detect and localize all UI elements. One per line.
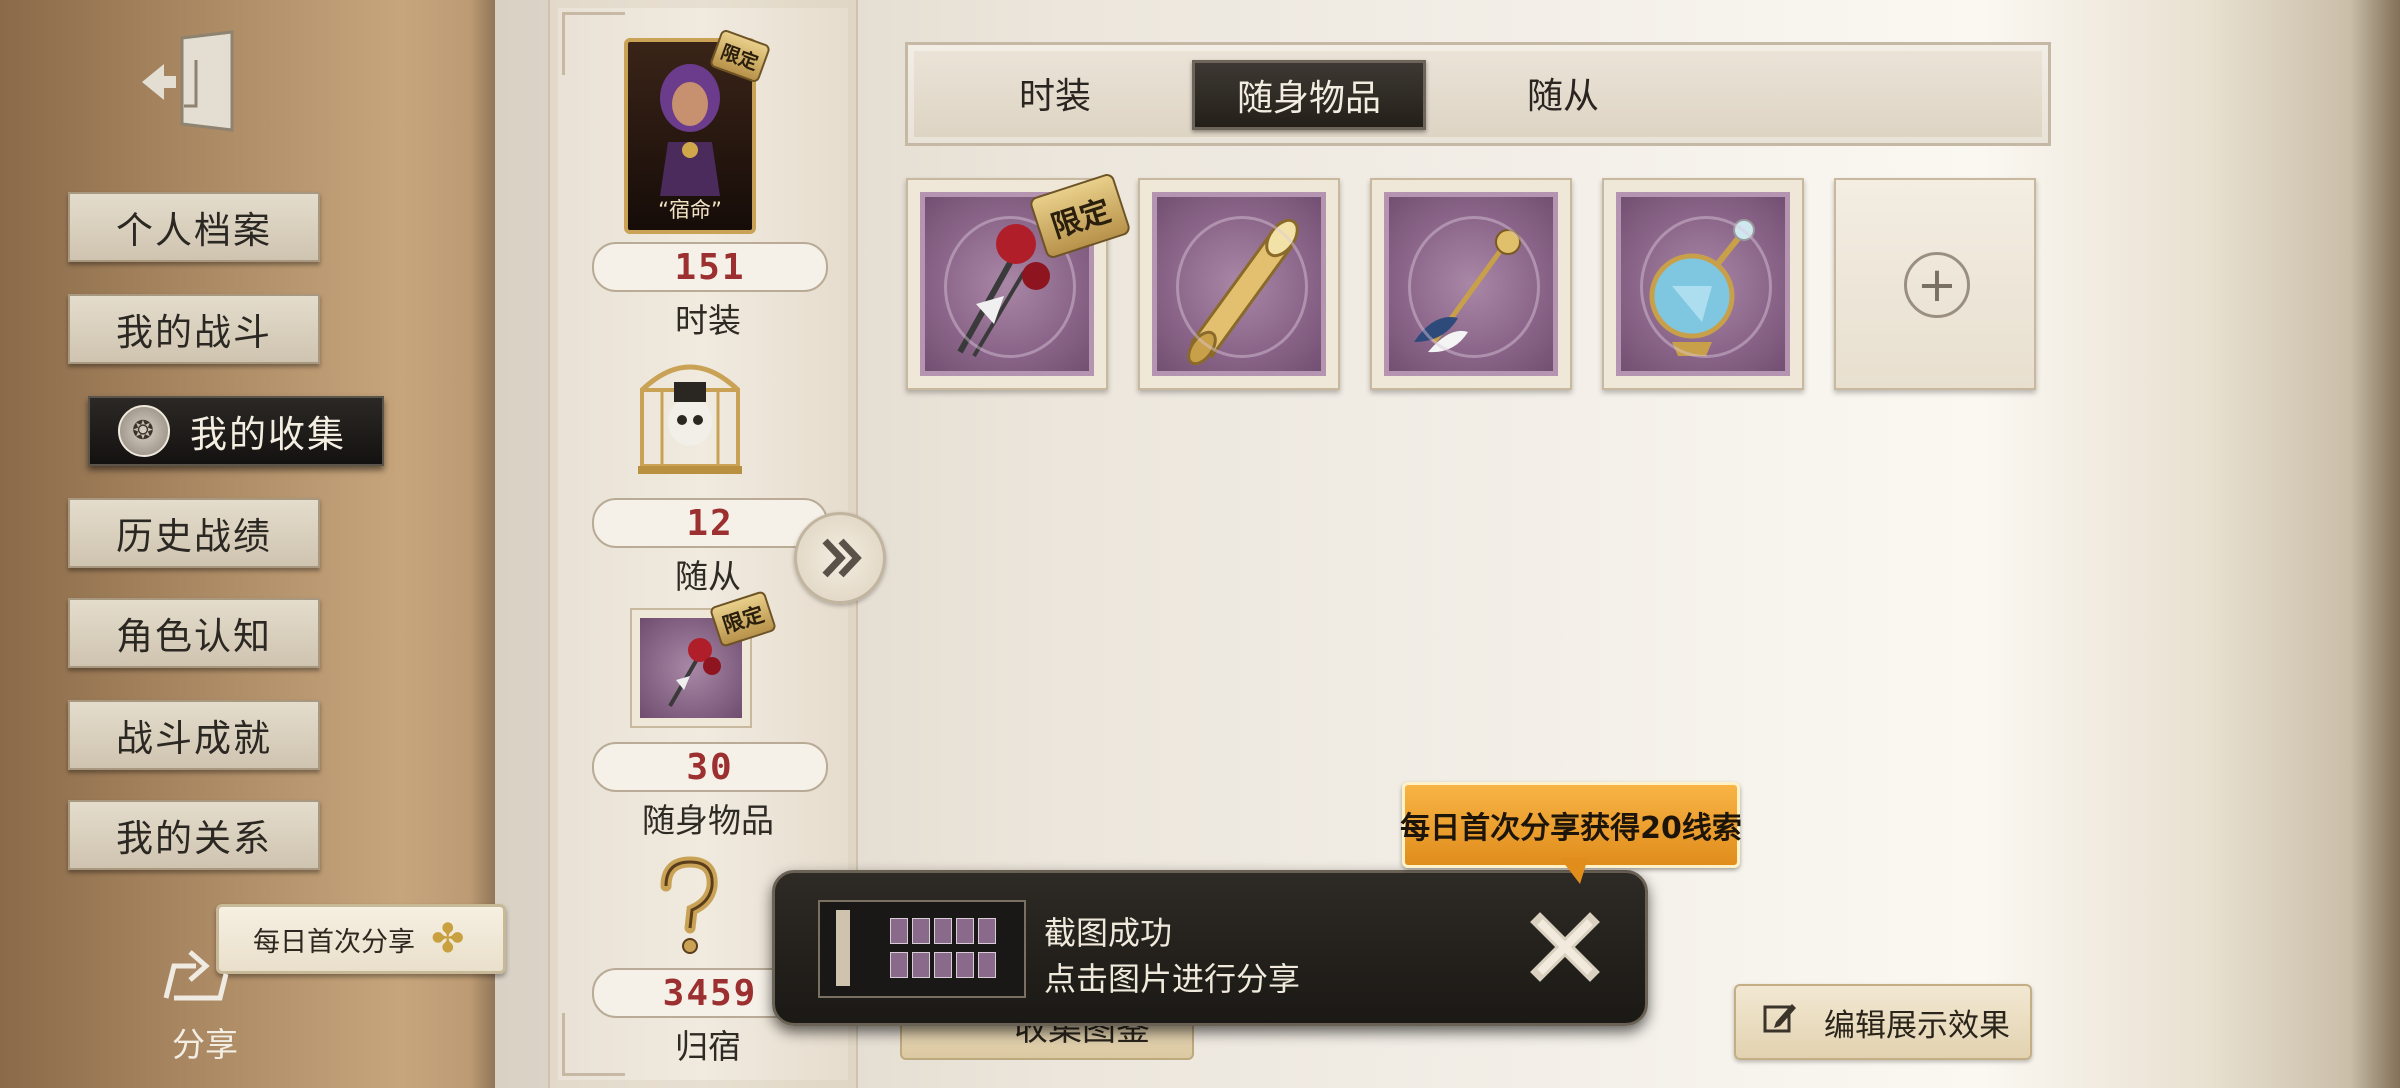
thumbnail-cell bbox=[956, 952, 974, 978]
thumbnail-cell bbox=[890, 952, 908, 978]
add-icon: + bbox=[1904, 252, 1970, 318]
nav-my-battles-button[interactable]: 我的战斗 bbox=[68, 294, 320, 364]
thumbnail-cell bbox=[934, 952, 952, 978]
thumbnail-cell bbox=[934, 918, 952, 944]
exit-door-icon[interactable] bbox=[140, 30, 240, 134]
thumbnail-cell bbox=[978, 918, 996, 944]
tab-costume[interactable]: 时装 bbox=[980, 60, 1130, 126]
edit-display-label: 编辑展示效果 bbox=[1824, 1007, 2010, 1044]
nav-history-button[interactable]: 历史战绩 bbox=[68, 498, 320, 568]
accessory-stamp-thumbnail[interactable]: 限定 bbox=[630, 590, 778, 728]
collection-shield-icon: ❂ bbox=[118, 405, 170, 457]
item-slot[interactable] bbox=[1370, 178, 1572, 390]
nav-achievements-button[interactable]: 战斗成就 bbox=[68, 700, 320, 770]
question-mark-icon[interactable] bbox=[648, 856, 728, 956]
accessory-count: 30 bbox=[592, 742, 828, 792]
toast-subtitle: 点击图片进行分享 bbox=[1044, 960, 1301, 998]
tab-accessories[interactable]: 随身物品 bbox=[1192, 60, 1426, 130]
costume-count: 151 bbox=[592, 242, 828, 292]
follower-label: 随从 bbox=[675, 557, 741, 596]
thumbnail-cell bbox=[912, 952, 930, 978]
daily-share-label: 每日首次分享 bbox=[253, 926, 415, 958]
costume-label: 时装 bbox=[675, 301, 741, 340]
thumbnail-cell bbox=[978, 952, 996, 978]
item-slot[interactable] bbox=[1138, 178, 1340, 390]
edit-display-button[interactable]: 编辑展示效果 bbox=[1734, 984, 2032, 1060]
golden-scroll-icon bbox=[1152, 192, 1326, 376]
paper-edge-shadow bbox=[2350, 0, 2400, 1088]
share-label: 分享 bbox=[172, 1025, 238, 1064]
nav-my-collection-button[interactable]: ❂ 我的收集 bbox=[88, 396, 384, 466]
thumbnail-cell bbox=[956, 918, 974, 944]
follower-cage-icon[interactable] bbox=[628, 350, 752, 478]
portrait-caption: “宿命” bbox=[658, 198, 722, 222]
screenshot-thumbnail[interactable] bbox=[818, 900, 1026, 998]
puzzle-icon: ✤ bbox=[431, 916, 465, 962]
nav-character-button[interactable]: 角色认知 bbox=[68, 598, 320, 668]
close-icon[interactable] bbox=[1530, 912, 1600, 982]
empty-item-slot[interactable]: + bbox=[1834, 178, 2036, 390]
destination-label: 归宿 bbox=[675, 1027, 741, 1066]
toast-title: 截图成功 bbox=[1044, 914, 1173, 952]
nav-my-collection-label: 我的收集 bbox=[190, 413, 346, 456]
share-icon[interactable] bbox=[160, 944, 236, 1004]
character-portrait-card[interactable]: 限定 “宿命” bbox=[624, 28, 772, 234]
share-reward-bubble: 每日首次分享获得20线索 bbox=[1400, 782, 1742, 868]
accessory-label: 随身物品 bbox=[642, 801, 774, 840]
item-slot[interactable] bbox=[1602, 178, 1804, 390]
perfume-bottle-icon bbox=[1616, 192, 1790, 376]
follower-count: 12 bbox=[592, 498, 828, 548]
thumbnail-sidebar bbox=[836, 910, 850, 986]
nav-profile-button[interactable]: 个人档案 bbox=[68, 192, 320, 262]
ornament-corner bbox=[562, 12, 625, 75]
bubble-tail bbox=[1560, 858, 1588, 884]
item-slot[interactable]: 限定 bbox=[906, 171, 1132, 390]
nav-relations-button[interactable]: 我的关系 bbox=[68, 800, 320, 870]
expand-panel-button[interactable] bbox=[794, 512, 886, 604]
edit-pencil-icon bbox=[1762, 1000, 1798, 1044]
feather-brooch-icon bbox=[1384, 192, 1558, 376]
daily-share-tag[interactable]: 每日首次分享 ✤ bbox=[216, 904, 506, 974]
thumbnail-cell bbox=[912, 918, 930, 944]
thumbnail-cell bbox=[890, 918, 908, 944]
tab-followers[interactable]: 随从 bbox=[1488, 60, 1638, 126]
